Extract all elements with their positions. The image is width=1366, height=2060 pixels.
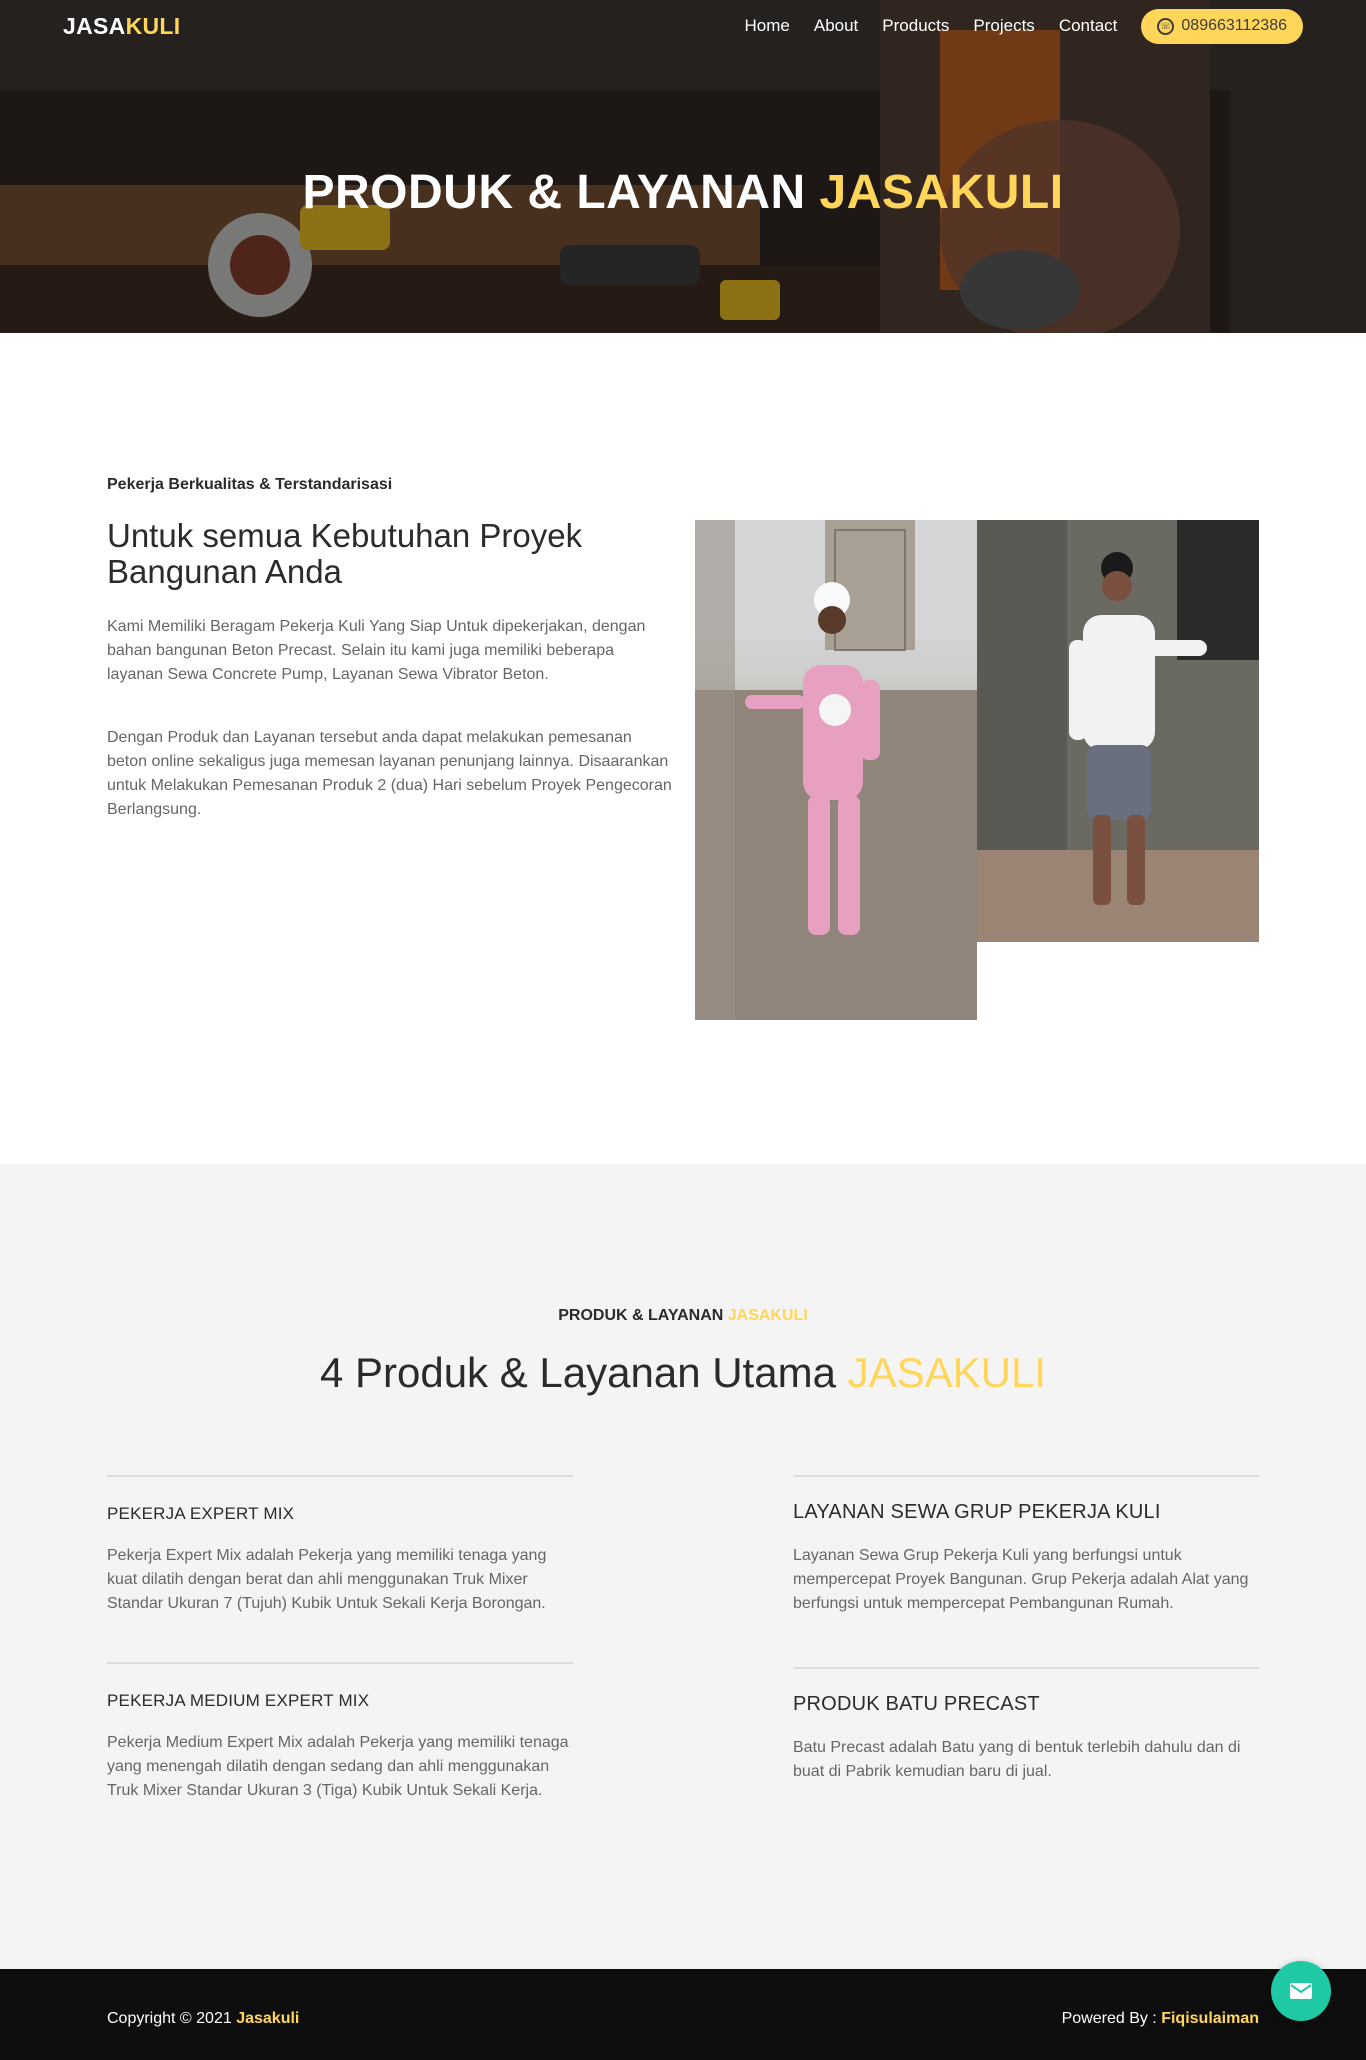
nav-item-about[interactable]: About [814,16,858,36]
hero-title-main: PRODUK & LAYANAN [302,166,806,219]
service-item: PEKERJA EXPERT MIX Pekerja Expert Mix ad… [107,1475,573,1616]
copyright-link[interactable]: Jasakuli [236,2010,299,2027]
service-description: Layanan Sewa Grup Pekerja Kuli yang berf… [793,1547,1249,1612]
brand-logo[interactable]: JASAKULI [63,13,180,40]
services-heading-accent: JASAKULI [847,1349,1047,1396]
nav-item-projects[interactable]: Projects [973,16,1034,36]
nav-item-products[interactable]: Products [882,16,949,36]
service-description: Pekerja Expert Mix adalah Pekerja yang m… [107,1547,547,1612]
services-eyebrow: PRODUK & LAYANAN JASAKULI [0,1307,1366,1325]
service-item: PRODUK BATU PRECAST Batu Precast adalah … [793,1667,1259,1784]
service-title: PEKERJA EXPERT MIX [107,1504,295,1523]
brand-part2: KULI [125,12,181,39]
whatsapp-phone-button[interactable]: ☏ 089663112386 [1141,8,1303,44]
footer-copyright: Copyright © 2021 Jasakuli [107,2010,299,2028]
nav-item-contact[interactable]: Contact [1059,16,1118,36]
about-eyebrow: Pekerja Berkualitas & Terstandarisasi [107,476,393,493]
service-title: LAYANAN SEWA GRUP PEKERJA KULI [793,1501,1161,1523]
chat-button[interactable] [1271,1961,1331,2021]
services-heading-main: 4 Produk & Layanan Utama [319,1349,836,1396]
brand-part1: JASA [63,12,126,39]
service-item: LAYANAN SEWA GRUP PEKERJA KULI Layanan S… [793,1475,1259,1616]
about-paragraph-2: Dengan Produk dan Layanan tersebut anda … [107,729,672,818]
about-heading: Untuk semua Kebutuhan Proyek Bangunan An… [107,517,583,591]
services-eyebrow-main: PRODUK & LAYANAN [558,1307,724,1324]
worker-photo-1 [695,520,977,1020]
copyright-text: Copyright © 2021 [107,2010,232,2027]
services-eyebrow-accent: JASAKULI [727,1307,808,1324]
nav-links: Home About Products Projects Contact [745,16,1118,36]
service-title: PEKERJA MEDIUM EXPERT MIX [107,1691,370,1710]
nav-item-home[interactable]: Home [745,16,790,36]
footer-powered-by: Powered By : Fiqisulaiman [1062,2010,1259,2028]
hero-banner: JASAKULI Home About Products Projects Co… [0,0,1366,333]
service-item: PEKERJA MEDIUM EXPERT MIX Pekerja Medium… [107,1662,573,1803]
worker-photo-2 [977,520,1259,942]
navbar: JASAKULI Home About Products Projects Co… [0,0,1366,52]
about-paragraph-1: Kami Memiliki Beragam Pekerja Kuli Yang … [107,618,646,683]
powered-by-text: Powered By : [1061,2010,1157,2027]
service-description: Pekerja Medium Expert Mix adalah Pekerja… [107,1734,569,1799]
whatsapp-icon: ☏ [1157,17,1175,35]
service-title: PRODUK BATU PRECAST [793,1693,1040,1715]
service-description: Batu Precast adalah Batu yang di bentuk … [793,1739,1241,1780]
services-section: PRODUK & LAYANAN JASAKULI 4 Produk & Lay… [0,1164,1366,1969]
worker-photo-2-image [977,520,1259,942]
footer: Copyright © 2021 Jasakuli Powered By : F… [0,1961,1366,2060]
hero-title-accent: JASAKULI [819,166,1064,219]
services-heading: 4 Produk & Layanan Utama JASAKULI [0,1349,1366,1397]
phone-number: 089663112386 [1181,17,1287,34]
worker-photo-1-image [695,520,977,1020]
about-section: Pekerja Berkualitas & Terstandarisasi Un… [0,333,1366,1164]
hero-title: PRODUK & LAYANAN JASAKULI [0,165,1366,220]
powered-by-link[interactable]: Fiqisulaiman [1161,2010,1259,2027]
envelope-icon [1290,1983,1312,1999]
